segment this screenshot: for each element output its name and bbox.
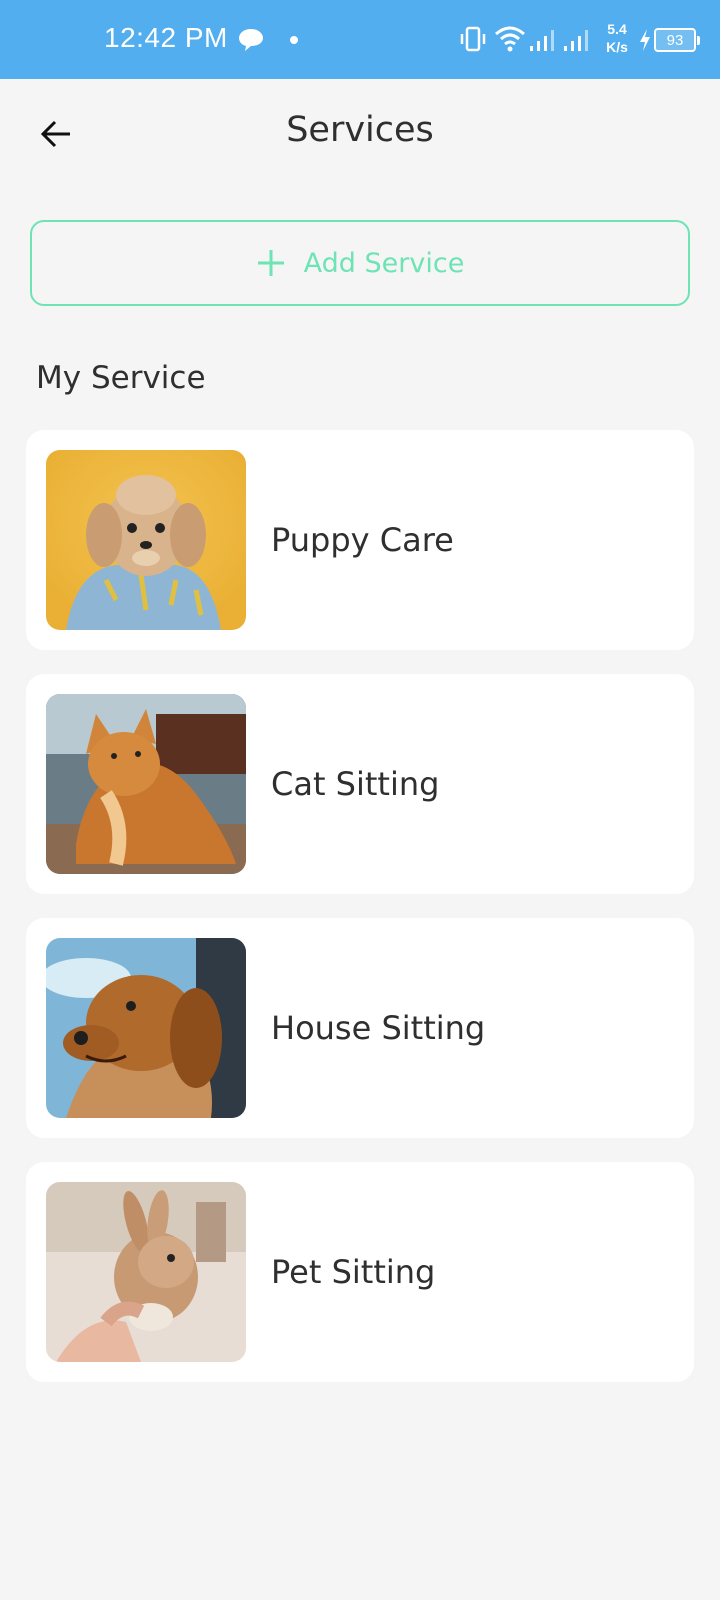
battery-icon: 93: [654, 28, 700, 52]
charging-icon: [640, 29, 650, 51]
service-name: House Sitting: [271, 1009, 486, 1047]
wifi-icon: [495, 26, 525, 52]
add-service-button[interactable]: Add Service: [30, 220, 690, 306]
service-name: Cat Sitting: [271, 765, 440, 803]
message-icon: [239, 29, 263, 51]
add-service-label: Add Service: [303, 247, 465, 279]
service-name: Pet Sitting: [271, 1253, 436, 1291]
section-title: My Service: [36, 360, 206, 396]
network-speed-unit: K/s: [606, 39, 628, 55]
cat-photo: [46, 694, 246, 874]
service-card[interactable]: Cat Sitting: [26, 674, 694, 894]
puppy-photo: [46, 450, 246, 630]
service-card[interactable]: Pet Sitting: [26, 1162, 694, 1382]
signal-icon: [564, 30, 588, 51]
service-name: Puppy Care: [271, 521, 454, 559]
status-bar: 12:42 PM 5.4 K/s 93: [0, 0, 720, 79]
rabbit-photo: [46, 1182, 246, 1362]
service-list: Puppy Care Cat Sitting House Sitting Pet…: [26, 430, 694, 1406]
page-title: Services: [286, 110, 434, 150]
plus-icon: [257, 250, 284, 276]
network-speed-value: 5.4: [607, 21, 627, 37]
network-speed: 5.4 K/s: [602, 20, 632, 56]
dog-photo: [46, 938, 246, 1118]
notification-dot-icon: [290, 36, 298, 44]
signal-icon: [530, 30, 554, 51]
status-time: 12:42 PM: [104, 22, 228, 53]
service-card[interactable]: House Sitting: [26, 918, 694, 1138]
vibrate-icon: [460, 26, 486, 52]
service-card[interactable]: Puppy Care: [26, 430, 694, 650]
